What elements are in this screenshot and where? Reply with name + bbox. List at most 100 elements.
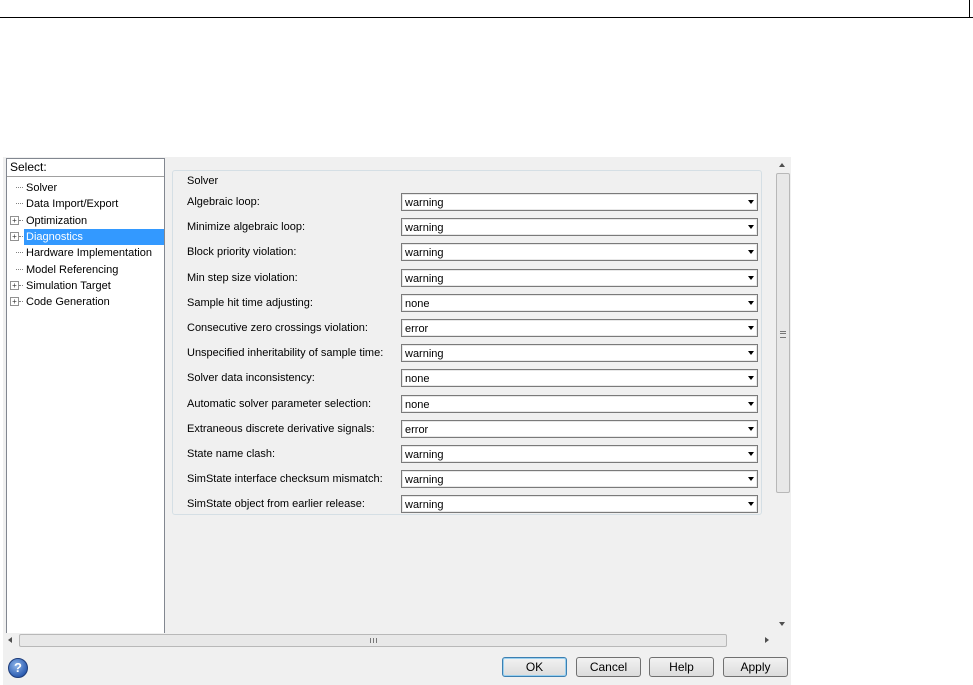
grip-icon (370, 638, 377, 643)
parameter-dropdown[interactable]: error (401, 319, 758, 337)
chevron-down-icon[interactable] (748, 200, 754, 204)
dropdown-value: warning (405, 197, 444, 209)
tree-item-diagnostics[interactable]: + Diagnostics (7, 228, 164, 245)
parameter-label: Extraneous discrete derivative signals: (187, 422, 375, 435)
horizontal-scrollbar[interactable] (3, 633, 776, 647)
cancel-button[interactable]: Cancel (576, 657, 641, 677)
expand-plus-icon[interactable]: + (10, 215, 19, 225)
expand-plus-icon[interactable]: + (10, 280, 19, 290)
tree-header: Select: (7, 159, 164, 177)
chevron-down-icon[interactable] (748, 351, 754, 356)
parameter-dropdown[interactable]: warning (401, 344, 758, 363)
dropdown-value: none (405, 398, 430, 411)
tree-item-hardware-implementation[interactable]: Hardware Implementation (7, 245, 164, 261)
expand-plus-icon[interactable]: + (10, 297, 19, 307)
scroll-down-arrow-icon[interactable] (779, 622, 785, 626)
diagnostics-content-pane: Solver Algebraic loop: warning Minimize al… (166, 158, 774, 632)
tree-connector-line (19, 301, 23, 303)
tree-connector-line (16, 187, 23, 188)
help-button[interactable]: Help (649, 657, 714, 677)
parameter-label: SimState object from earlier release: (187, 498, 365, 511)
tree-item-optimization[interactable]: + Optimization (7, 213, 164, 229)
page-corner-mark (969, 0, 970, 18)
dropdown-value: warning (405, 247, 444, 260)
scroll-left-arrow-icon[interactable] (8, 637, 12, 643)
parameter-label: Solver data inconsistency: (187, 372, 315, 385)
tree-item-simulation-target[interactable]: + Simulation Target (7, 278, 164, 294)
tree-connector-line (19, 219, 23, 221)
dropdown-value: warning (405, 449, 444, 461)
parameter-dropdown[interactable]: warning (401, 445, 758, 463)
dropdown-value: error (405, 423, 429, 436)
parameter-dropdown[interactable]: none (401, 293, 758, 312)
parameter-label: Block priority violation: (187, 246, 297, 259)
parameter-dropdown[interactable]: warning (401, 218, 758, 237)
tree-connector-line (19, 284, 23, 286)
apply-button[interactable]: Apply (723, 657, 788, 677)
vertical-scroll-thumb[interactable] (776, 173, 790, 493)
parameter-dropdown[interactable]: warning (401, 495, 758, 514)
parameter-dropdown[interactable]: warning (401, 243, 758, 262)
tree-item-code-generation[interactable]: + Code Generation (7, 294, 164, 310)
dropdown-value: warning (405, 222, 444, 235)
tree-item-label: Solver (26, 182, 58, 194)
vertical-scrollbar[interactable] (776, 158, 790, 631)
parameter-dropdown[interactable]: warning (401, 268, 758, 287)
dropdown-value: warning (405, 348, 444, 361)
dropdown-value: error (405, 323, 429, 335)
chevron-down-icon[interactable] (748, 426, 754, 431)
ok-button[interactable]: OK (502, 657, 567, 677)
parameter-label: Sample hit time adjusting: (187, 296, 313, 309)
dropdown-value: warning (405, 272, 444, 285)
tree-item-label: Simulation Target (26, 279, 111, 292)
parameter-label: Minimize algebraic loop: (187, 221, 305, 234)
parameter-dropdown[interactable]: error (401, 419, 758, 438)
parameter-label: Consecutive zero crossings violation: (187, 322, 368, 334)
tree-item-label: Optimization (26, 214, 88, 227)
parameter-label: SimState interface checksum mismatch: (187, 473, 383, 486)
dropdown-value: none (405, 373, 430, 386)
configuration-dialog: Select: Solver Data Import/Export + Optimiz… (3, 157, 791, 685)
chevron-down-icon[interactable] (748, 225, 754, 230)
tree-connector-line (19, 235, 23, 237)
dropdown-value: warning (405, 499, 444, 512)
tree-connector-line (16, 203, 23, 205)
chevron-down-icon[interactable] (748, 376, 754, 381)
parameter-dropdown[interactable]: none (401, 394, 758, 413)
select-tree-panel: Select: Solver Data Import/Export + Optimiz… (6, 158, 165, 634)
chevron-down-icon[interactable] (748, 275, 754, 280)
parameter-dropdown[interactable]: warning (401, 470, 758, 489)
page-top-rule (0, 17, 973, 18)
solver-group: Solver Algebraic loop: warning Minimize al… (172, 170, 762, 515)
chevron-down-icon[interactable] (748, 477, 754, 482)
parameter-dropdown[interactable]: none (401, 369, 758, 388)
parameter-label: Algebraic loop: (187, 196, 260, 208)
horizontal-scroll-thumb[interactable] (19, 634, 727, 647)
chevron-down-icon[interactable] (748, 300, 754, 305)
parameter-label: Automatic solver parameter selection: (187, 397, 372, 410)
parameter-dropdown[interactable]: warning (401, 193, 758, 211)
tree-connector-line (16, 268, 23, 270)
tree-item-data-import-export[interactable]: Data Import/Export (7, 196, 164, 212)
tree-item-label: Model Referencing (26, 263, 119, 276)
chevron-down-icon[interactable] (748, 326, 754, 330)
help-question-icon[interactable]: ? (8, 658, 28, 678)
scroll-up-arrow-icon[interactable] (779, 163, 785, 167)
chevron-down-icon[interactable] (748, 250, 754, 255)
dropdown-value: warning (405, 474, 444, 487)
dropdown-value: none (405, 297, 430, 310)
tree-item-solver[interactable]: Solver (7, 180, 164, 196)
group-title: Solver (185, 175, 221, 187)
parameter-label: Unspecified inheritability of sample tim… (187, 347, 384, 360)
parameter-label: State name clash: (187, 448, 276, 460)
expand-plus-icon[interactable]: + (10, 231, 19, 241)
tree-item-label: Code Generation (26, 296, 110, 309)
chevron-down-icon[interactable] (748, 502, 754, 507)
chevron-down-icon[interactable] (748, 452, 754, 456)
chevron-down-icon[interactable] (748, 401, 754, 406)
parameter-label: Min step size violation: (187, 271, 298, 284)
tree-item-model-referencing[interactable]: Model Referencing (7, 262, 164, 278)
tree-connector-line (16, 252, 23, 254)
tree-item-label: Diagnostics (24, 228, 164, 245)
scroll-right-arrow-icon[interactable] (765, 637, 769, 643)
